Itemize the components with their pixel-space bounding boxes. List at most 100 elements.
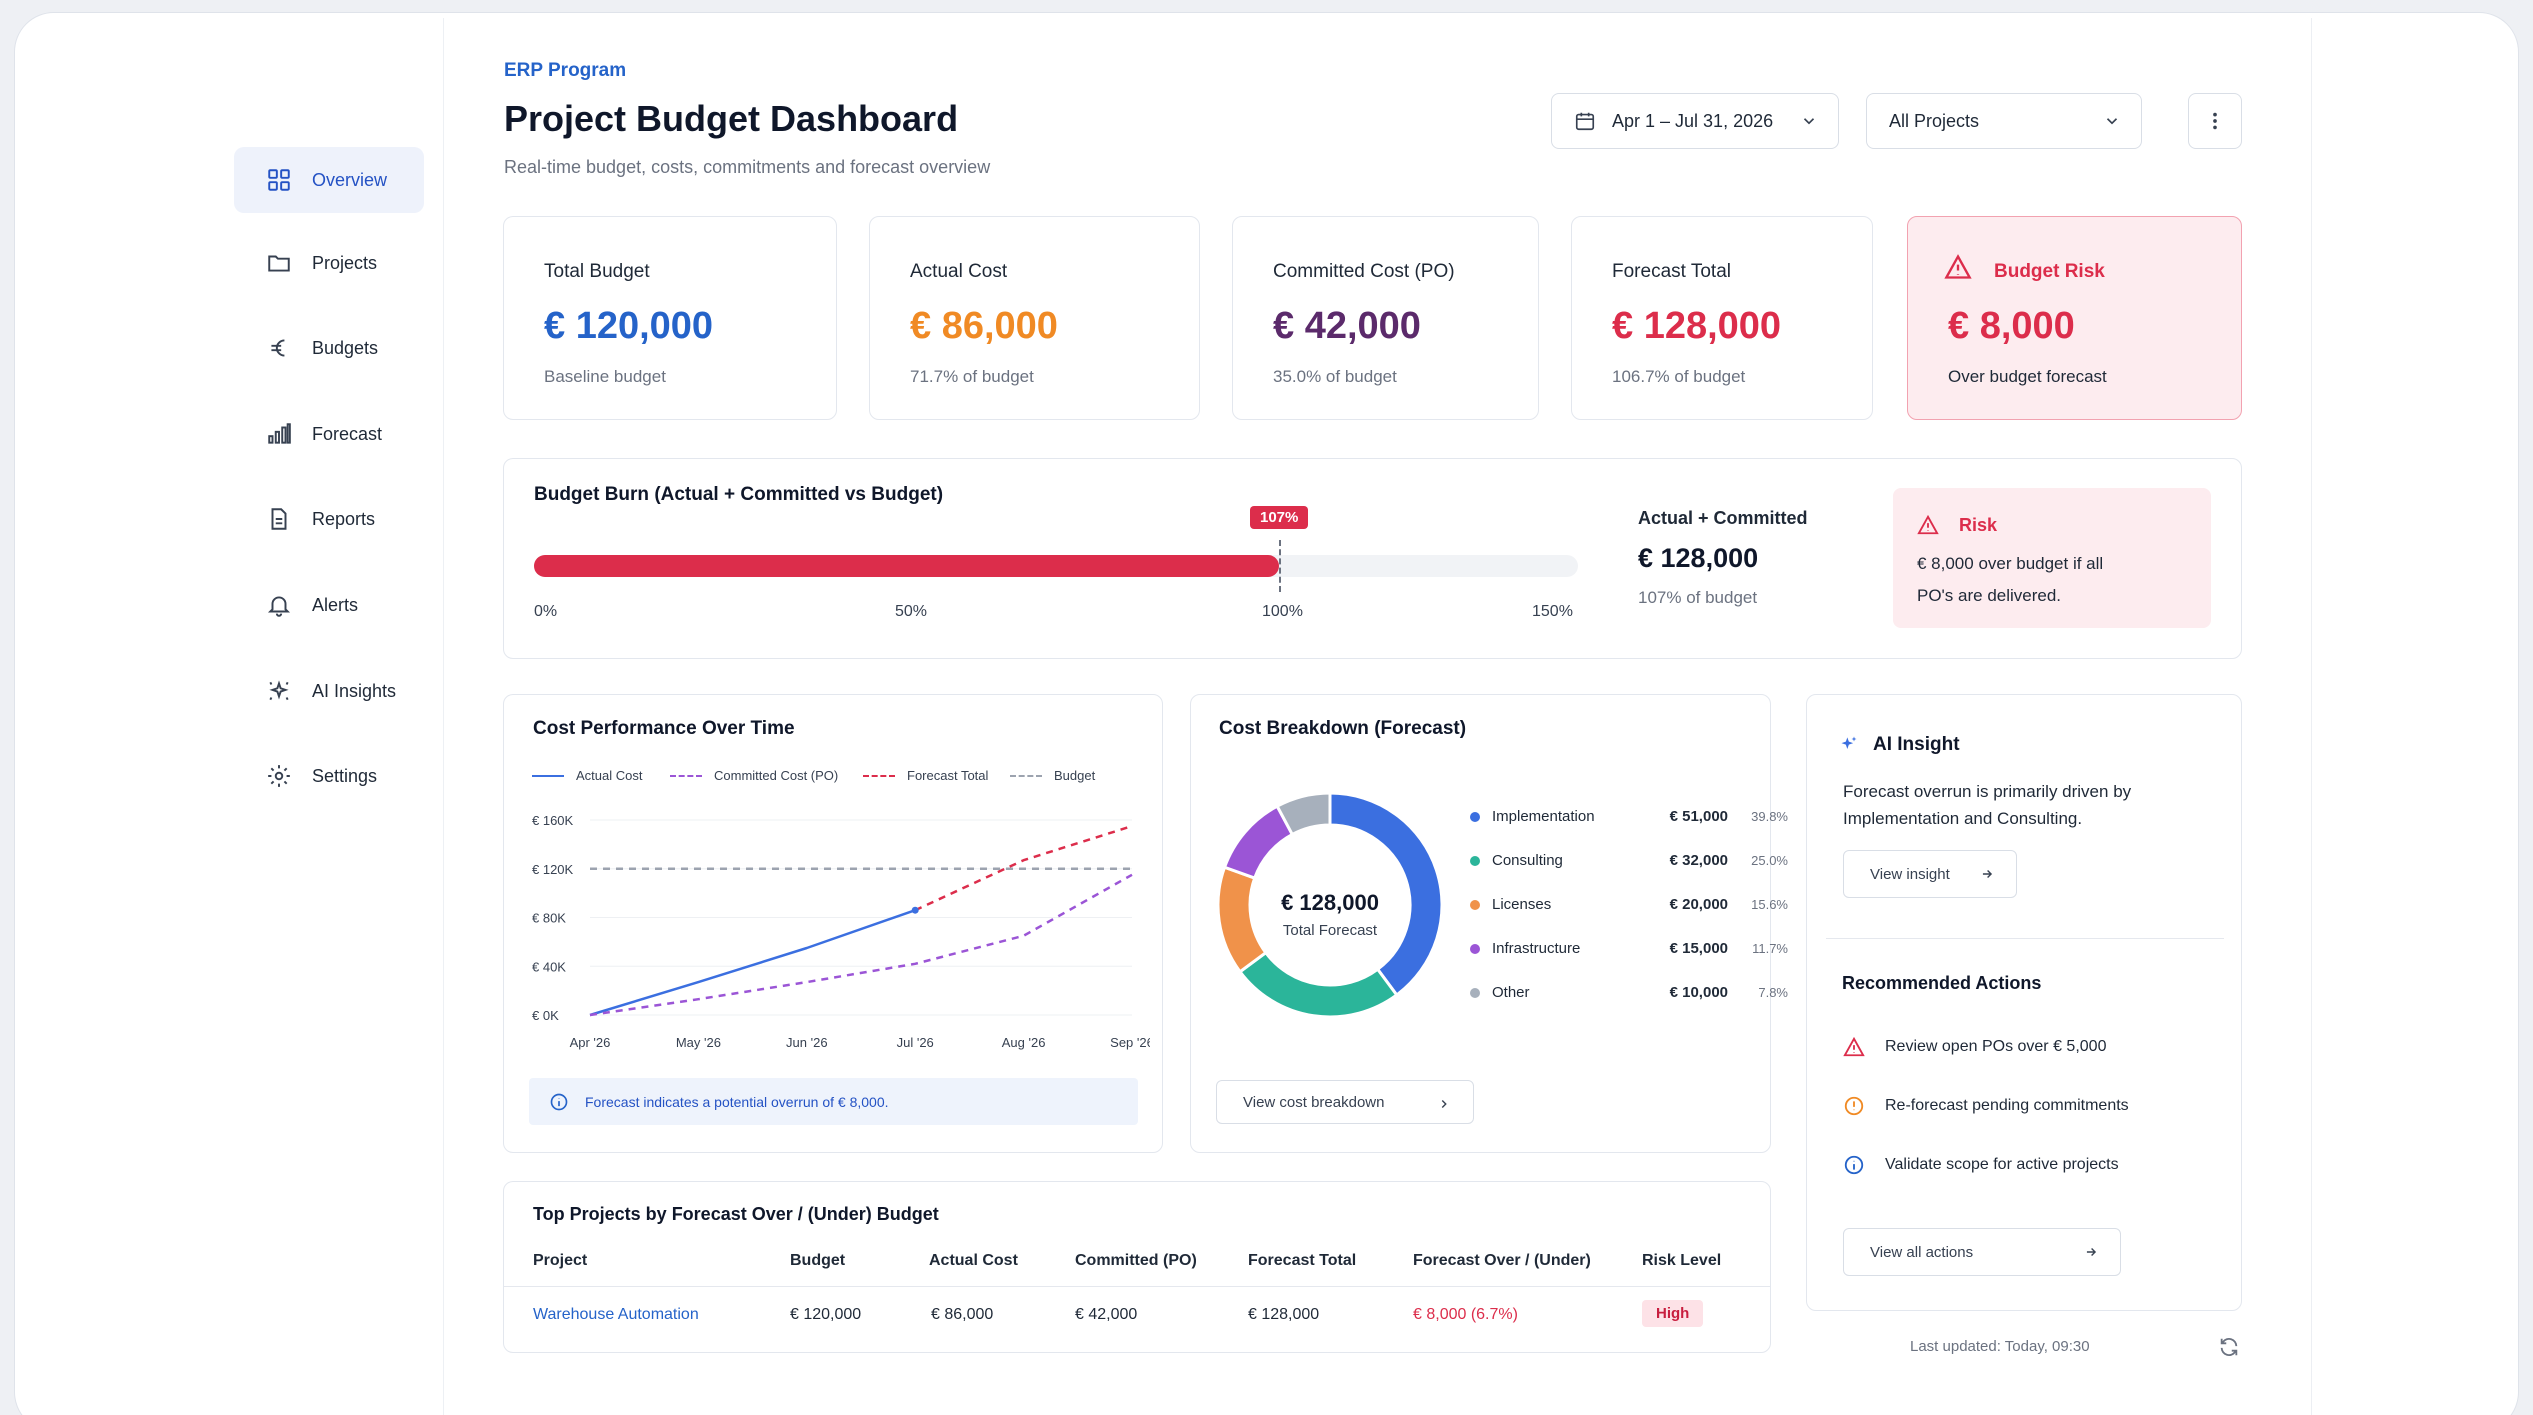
sidebar-item-overview[interactable]: Overview	[234, 147, 424, 213]
table-cell: € 42,000	[1075, 1306, 1138, 1323]
kpi-value: € 86,000	[910, 305, 1058, 347]
budget-burn-title: Budget Burn (Actual + Committed vs Budge…	[534, 484, 944, 505]
action-item[interactable]: Re-forecast pending commitments	[1843, 1095, 2129, 1117]
document-icon	[271, 508, 287, 530]
kpi-card-forecast-total[interactable]: Forecast Total € 128,000 106.7% of budge…	[1571, 216, 1873, 420]
legend-value: € 51,000	[1669, 808, 1728, 825]
euro-icon	[271, 339, 285, 357]
breakdown-legend-infrastructure: Infrastructure € 15,000 11.7%	[1470, 940, 1788, 957]
page-title: Project Budget Dashboard	[504, 98, 959, 139]
arrow-right-icon	[1982, 870, 1993, 878]
x-tick-label: Jun '26	[786, 1035, 828, 1050]
legend-dot	[1470, 855, 1480, 866]
kpi-value: € 128,000	[1612, 305, 1782, 347]
calendar-icon	[1575, 112, 1595, 131]
kpi-value: € 42,000	[1273, 305, 1421, 347]
legend-percent: 25.0%	[1751, 853, 1788, 868]
sidebar: Overview Projects Budgets Forecast Repor…	[222, 18, 444, 1415]
actual-cost-endpoint	[911, 906, 919, 914]
date-range-picker[interactable]: Apr 1 – Jul 31, 2026	[1551, 93, 1839, 149]
risk-level-badge: High	[1642, 1300, 1704, 1327]
legend-dot	[1470, 899, 1480, 910]
action-label: Validate scope for active projects	[1885, 1156, 2119, 1173]
table-header-divider	[504, 1286, 1770, 1287]
legend-forecast-total: Forecast Total	[863, 768, 988, 783]
table-header-actual-cost: Actual Cost	[929, 1252, 1018, 1269]
risk-text: PO's are delivered.	[1917, 586, 2062, 605]
legend-dot	[1470, 987, 1480, 998]
legend-value: € 15,000	[1669, 940, 1728, 957]
sidebar-item-label: Projects	[312, 252, 378, 273]
table-cell: € 86,000	[931, 1306, 994, 1323]
legend-label: Committed Cost (PO)	[714, 768, 839, 783]
breadcrumb[interactable]: ERP Program	[504, 60, 626, 82]
y-tick-label: € 40K	[532, 959, 566, 974]
recommended-actions-title: Recommended Actions	[1842, 973, 2042, 993]
kpi-sub: Over budget forecast	[1948, 367, 2107, 386]
view-cost-breakdown-button[interactable]: View cost breakdown	[1216, 1080, 1474, 1124]
sidebar-item-budgets[interactable]: Budgets	[234, 315, 424, 381]
sidebar-item-forecast[interactable]: Forecast	[234, 401, 424, 467]
breakdown-legend-consulting: Consulting € 32,000 25.0%	[1470, 852, 1788, 869]
kpi-label: Total Budget	[544, 261, 650, 282]
sidebar-item-projects[interactable]: Projects	[234, 230, 424, 296]
grid-icon	[268, 169, 290, 191]
donut-center-label: Total Forecast	[1282, 922, 1378, 939]
kpi-value: € 120,000	[544, 305, 714, 347]
kpi-sub: 106.7% of budget	[1612, 367, 1746, 386]
legend-percent: 11.7%	[1752, 941, 1788, 956]
series-committed-cost-po	[589, 873, 1133, 1017]
sparkle-icon	[1841, 736, 1857, 749]
alert-circle-icon	[1844, 1096, 1864, 1116]
x-tick-label: Jul '26	[897, 1035, 934, 1050]
bell-icon	[267, 596, 291, 617]
info-icon	[1844, 1155, 1864, 1175]
sidebar-item-label: AI Insights	[312, 680, 397, 701]
last-updated-text: Last updated: Today, 09:30	[1910, 1338, 2090, 1355]
project-link[interactable]: Warehouse Automation	[533, 1306, 699, 1324]
action-label: Re-forecast pending commitments	[1885, 1097, 2129, 1114]
sidebar-item-label: Reports	[312, 508, 376, 529]
burn-progress-track	[534, 555, 1578, 577]
ai-insight-text: Implementation and Consulting.	[1843, 809, 2083, 828]
refresh-icon[interactable]	[2218, 1336, 2240, 1358]
action-item[interactable]: Review open POs over € 5,000	[1843, 1036, 2106, 1058]
breakdown-legend-other: Other € 10,000 7.8%	[1470, 984, 1788, 1001]
burn-summary-value: € 128,000	[1638, 543, 1759, 573]
gear-icon	[268, 765, 290, 787]
table-header-forecast-over-under: Forecast Over / (Under)	[1413, 1252, 1591, 1269]
kpi-sub: Baseline budget	[544, 367, 666, 386]
chevron-down-icon	[1803, 118, 1815, 125]
kpi-card-committed-cost[interactable]: Committed Cost (PO) € 42,000 35.0% of bu…	[1232, 216, 1539, 420]
legend-label: Licenses	[1492, 896, 1552, 913]
sidebar-item-settings[interactable]: Settings	[234, 743, 424, 809]
kpi-label: Committed Cost (PO)	[1273, 261, 1455, 282]
risk-text: € 8,000 over budget if all	[1917, 554, 2104, 573]
sparkle-icon	[269, 680, 289, 701]
cost-performance-title: Cost Performance Over Time	[533, 718, 795, 739]
legend-committed-cost: Committed Cost (PO)	[670, 768, 838, 783]
action-label: Review open POs over € 5,000	[1885, 1038, 2107, 1055]
button-label: View insight	[1870, 865, 1950, 883]
view-insight-button[interactable]: View insight	[1843, 850, 2017, 898]
date-range-label: Apr 1 – Jul 31, 2026	[1612, 110, 1774, 131]
action-item[interactable]: Validate scope for active projects	[1843, 1154, 2119, 1176]
ai-insight-title: AI Insight	[1873, 734, 1960, 755]
more-options-button[interactable]	[2188, 93, 2242, 149]
donut-slice-consulting[interactable]	[1237, 950, 1399, 1019]
sidebar-item-reports[interactable]: Reports	[234, 486, 424, 552]
kpi-card-budget-risk[interactable]: Budget Risk € 8,000 Over budget forecast	[1907, 216, 2242, 420]
ai-insight-text: Forecast overrun is primarily driven by	[1843, 782, 2132, 801]
project-filter-select[interactable]: All Projects	[1866, 93, 2142, 149]
table-cell: € 120,000	[790, 1306, 862, 1323]
sidebar-item-alerts[interactable]: Alerts	[234, 572, 424, 638]
kpi-card-total-budget[interactable]: Total Budget € 120,000 Baseline budget	[503, 216, 837, 420]
sidebar-item-ai-insights[interactable]: AI Insights	[234, 658, 424, 724]
kpi-card-actual-cost[interactable]: Actual Cost € 86,000 71.7% of budget	[869, 216, 1200, 420]
view-all-actions-button[interactable]: View all actions	[1843, 1228, 2121, 1276]
cost-performance-chart: € 160K € 120K € 80K € 40K € 0K Apr '26 May '26…	[532, 813, 1150, 1050]
table-header-project: Project	[533, 1252, 588, 1269]
legend-budget: Budget	[1010, 768, 1095, 783]
donut-slice-licenses[interactable]	[1216, 865, 1268, 974]
legend-percent: 7.8%	[1758, 985, 1788, 1000]
